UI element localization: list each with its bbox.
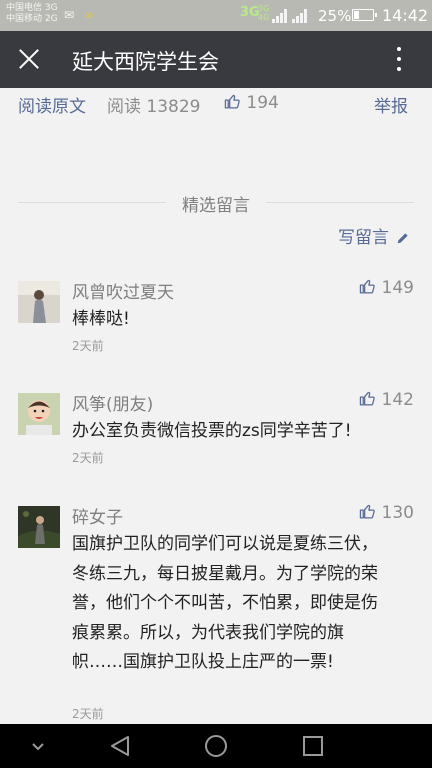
clock: 14:42	[382, 6, 429, 25]
report-link[interactable]: 举报	[374, 92, 408, 117]
thumb-up-icon	[359, 504, 375, 519]
comment-like-button[interactable]: 149	[359, 278, 414, 298]
avatar[interactable]	[18, 506, 60, 548]
article-footer: 阅读原文 阅读 13829 194 举报	[0, 88, 432, 124]
divider-right	[266, 202, 414, 203]
home-icon[interactable]	[201, 724, 231, 768]
comment-time: 2天前	[72, 451, 104, 465]
write-comment-label: 写留言	[338, 228, 389, 248]
wechat-notification-icon: ✉	[64, 8, 75, 22]
comment-item: 碎女子 130 国旗护卫队的同学们可以说是夏练三伏，冬练三九，每日披星戴月。为了…	[0, 503, 432, 724]
comment-text: 国旗护卫队的同学们可以说是夏练三伏，冬练三九，每日披星戴月。为了学院的荣誉，他们…	[72, 534, 378, 672]
article-like-count: 194	[246, 93, 279, 113]
network-type-2: 3G 4G	[258, 4, 270, 22]
comment-item: 风筝(朋友) 142 办公室负责微信投票的zs同学辛苦了! 2天前	[0, 390, 432, 473]
comment-time: 2天前	[72, 707, 104, 721]
chevron-down-icon[interactable]	[24, 724, 52, 768]
comment-author[interactable]: 碎女子	[72, 503, 123, 528]
network-type: 3G	[240, 5, 260, 20]
comment-item: 风曾吹过夏天 149 棒棒哒! 2天前	[0, 278, 432, 361]
infinity-icon: ∞	[84, 8, 94, 22]
comment-author[interactable]: 风筝(朋友)	[72, 390, 153, 415]
article-like-button[interactable]: 194	[224, 93, 279, 113]
thumb-up-icon	[359, 391, 375, 406]
close-icon[interactable]	[18, 48, 40, 70]
comment-like-button[interactable]: 130	[359, 503, 414, 523]
featured-comments-header: 精选留言	[18, 190, 414, 216]
navigation-bar	[0, 724, 432, 768]
comment-text: 办公室负责微信投票的zs同学辛苦了!	[72, 421, 352, 441]
carrier-1: 中国电信 3G	[6, 3, 58, 13]
comment-time: 2天前	[72, 339, 104, 353]
comment-like-count: 149	[381, 278, 414, 298]
signal-icon	[272, 9, 288, 23]
featured-comments-title: 精选留言	[182, 196, 250, 216]
avatar[interactable]	[18, 393, 60, 435]
status-bar: 中国电信 3G 中国移动 2G ✉ ∞ 3G 3G 4G 25% 14:42	[0, 0, 432, 31]
more-icon[interactable]	[394, 47, 404, 73]
read-count: 阅读 13829	[107, 97, 201, 117]
pencil-icon	[398, 233, 409, 244]
page-title: 延大西院学生会	[72, 50, 219, 74]
read-original-link[interactable]: 阅读原文	[18, 92, 86, 117]
comment-like-button[interactable]: 142	[359, 390, 414, 410]
write-comment-button[interactable]: 写留言	[338, 223, 410, 248]
comment-like-count: 130	[381, 503, 414, 523]
signal-icon-2	[292, 9, 308, 23]
carrier-info: 中国电信 3G 中国移动 2G	[6, 3, 58, 25]
thumb-up-icon	[359, 279, 375, 294]
back-icon[interactable]	[106, 724, 136, 768]
thumb-up-icon	[224, 94, 240, 109]
comment-like-count: 142	[381, 390, 414, 410]
battery-icon	[352, 9, 377, 21]
recents-icon[interactable]	[298, 724, 328, 768]
app-bar: 延大西院学生会	[0, 31, 432, 88]
comment-text: 棒棒哒!	[72, 309, 130, 329]
carrier-2: 中国移动 2G	[6, 14, 58, 24]
comment-author[interactable]: 风曾吹过夏天	[72, 278, 174, 303]
battery-percent: 25%	[318, 7, 352, 25]
avatar[interactable]	[18, 281, 60, 323]
